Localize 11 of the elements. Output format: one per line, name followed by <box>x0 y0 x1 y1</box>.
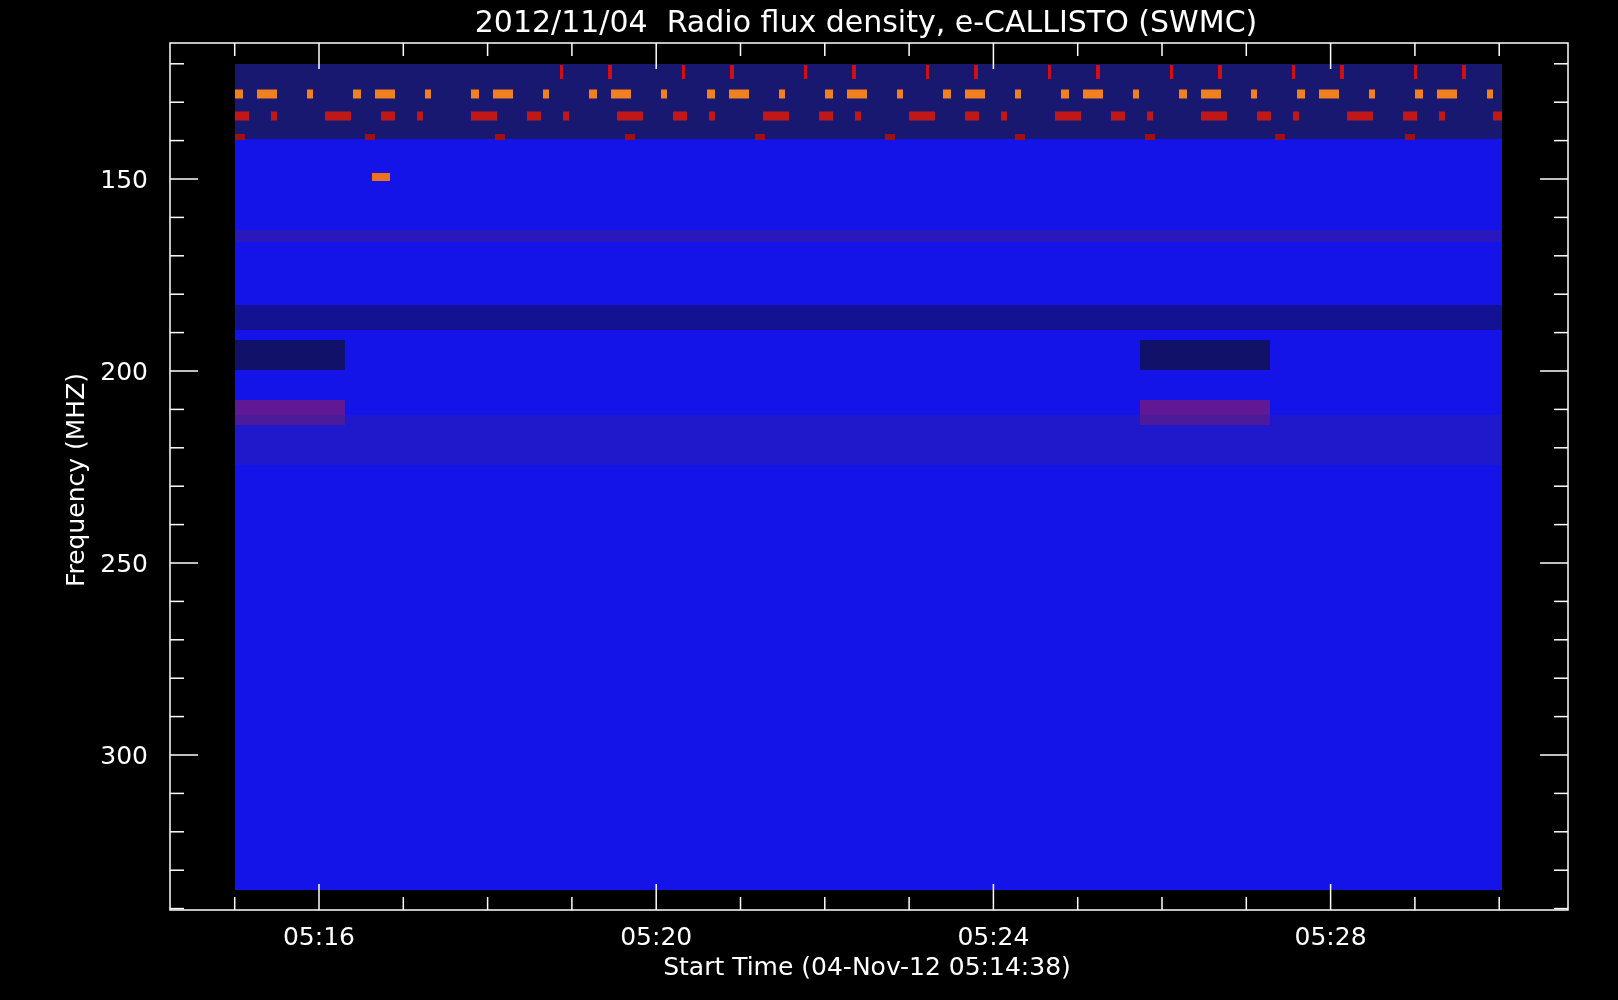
axis-tick-label: 05:28 <box>1294 922 1367 951</box>
x-axis-label: Start Time (04-Nov-12 05:14:38) <box>663 952 1071 981</box>
axis-tick-label: 150 <box>100 165 148 194</box>
axis-tick-label: 05:24 <box>957 922 1030 951</box>
axis-tick-label: 300 <box>100 741 148 770</box>
y-axis-label: Frequency (MHZ) <box>61 372 90 588</box>
axis-tick-label: 250 <box>100 549 148 578</box>
chart-title: 2012/11/04 Radio flux density, e-CALLISTO (SWMC) <box>474 4 1258 39</box>
axis-tick-label: 05:20 <box>620 922 693 951</box>
axis-tick-label: 200 <box>100 357 148 386</box>
axis-tick-label: 05:16 <box>283 922 355 951</box>
